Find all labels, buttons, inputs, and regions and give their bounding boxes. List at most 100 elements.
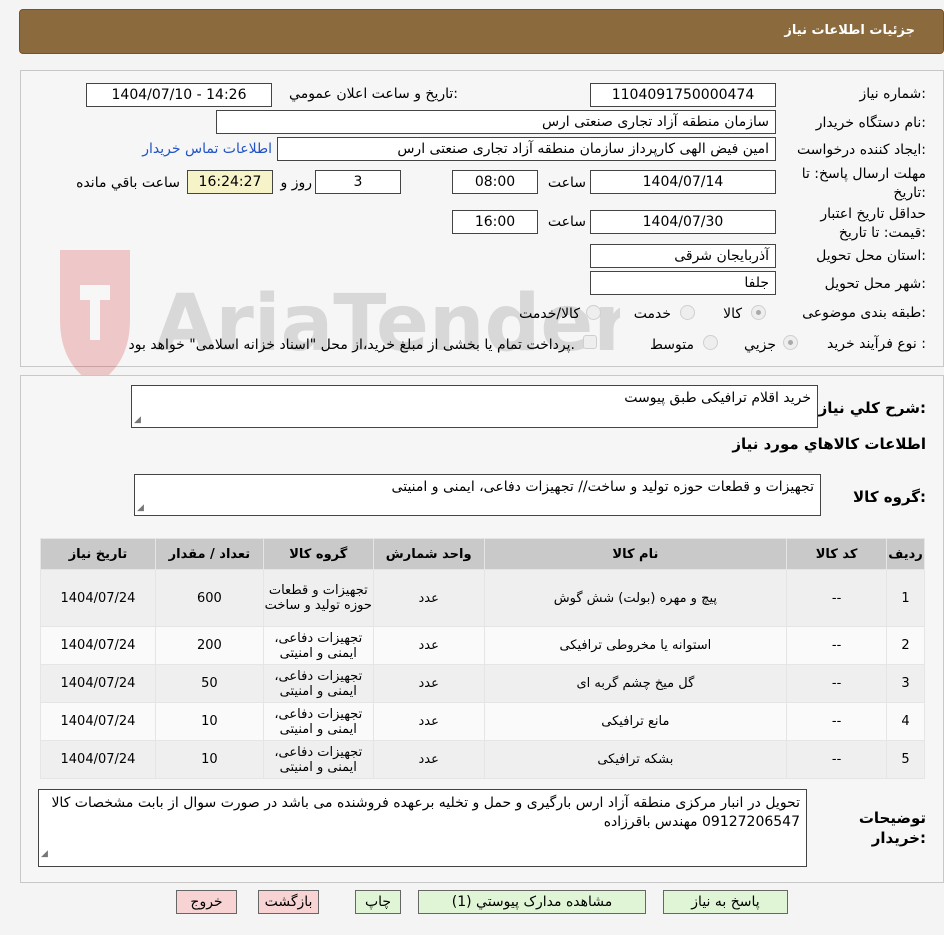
process-medium-radio[interactable] (703, 335, 718, 350)
cell-date: 1404/07/24 (40, 740, 156, 779)
days-field: 3 (315, 170, 401, 194)
reply-button[interactable]: پاسخ به نياز (663, 890, 788, 914)
goods-info-title: اطلاعات كالاهاي مورد نياز (732, 435, 926, 453)
category-goods-label: کالا (723, 306, 742, 322)
cell-qty: 600 (154, 569, 264, 627)
cell-code: -- (786, 702, 888, 741)
exit-button[interactable]: خروج (176, 890, 237, 914)
category-service-radio[interactable] (680, 305, 695, 320)
cell-code: -- (786, 569, 888, 627)
cell-name: بشکه ترافیکی (483, 740, 788, 779)
process-minor-radio[interactable] (783, 335, 798, 350)
goods-group-label: گروه کالا: (853, 488, 926, 506)
cell-name: پیچ و مهره (بولت) شش گوش (483, 569, 788, 627)
table-row: 3 -- گل میخ چشم گربه ای عدد تجهیزات دفاع… (40, 664, 925, 703)
cell-group: تجهیزات و قطعات حوزه تولید و ساخت (262, 569, 374, 627)
category-goods-service-label: کالا/خدمت (519, 306, 580, 322)
need-number-label: شماره نیاز: (859, 86, 926, 102)
buyer-org-label: نام دستگاه خريدار: (815, 115, 926, 131)
col-qty: تعداد / مقدار (154, 538, 264, 570)
watermark-text: AriaTender.neT (155, 279, 620, 369)
cell-code: -- (786, 626, 888, 665)
requester-label: ايجاد كننده درخواست: (797, 142, 926, 158)
view-attachments-button[interactable]: مشاهده مدارک پيوستي (1) (418, 890, 646, 914)
buyer-org-field: سازمان منطقه آزاد تجاری صنعتی ارس (216, 110, 776, 134)
page-header: جزئیات اطلاعات نیاز (19, 9, 944, 54)
cell-name: استوانه یا مخروطی ترافیکی (483, 626, 788, 665)
cell-name: گل میخ چشم گربه ای (483, 664, 788, 703)
resize-handle-icon[interactable]: ◢ (134, 415, 141, 425)
cell-row: 1 (886, 569, 925, 627)
remaining-time-field: 16:24:27 (187, 170, 273, 194)
cell-date: 1404/07/24 (40, 626, 156, 665)
resize-handle-icon[interactable]: ◢ (137, 503, 144, 513)
buyer-notes-label: توضيحات خريدار: (858, 809, 926, 847)
category-service-label: خدمت (633, 306, 671, 322)
col-date: تاریخ نیاز (40, 538, 156, 570)
table-row: 2 -- استوانه یا مخروطی ترافیکی عدد تجهیز… (40, 626, 925, 665)
cell-qty: 50 (154, 664, 264, 703)
summary-field: خريد اقلام ترافيکی طبق پيوست ◢ (131, 385, 818, 428)
table-row: 1 -- پیچ و مهره (بولت) شش گوش عدد تجهیزا… (40, 569, 925, 627)
process-minor-label: جزيي (744, 337, 776, 353)
deadline-label: مهلت ارسال پاسخ: تا تاريخ: (801, 166, 926, 201)
table-header-row: رديف کد کالا نام کالا واحد شمارش گروه کا… (40, 538, 925, 570)
deadline-date-field: 1404/07/14 (590, 170, 776, 194)
process-label: نوع فرآيند خريد : (827, 336, 926, 352)
announce-field: 1404/07/10 - 14:26 (86, 83, 272, 107)
col-name: نام کالا (483, 538, 788, 570)
summary-text: خريد اقلام ترافيکی طبق پيوست (624, 390, 811, 406)
print-button[interactable]: چاپ (355, 890, 401, 914)
validity-time-label: ساعت (547, 214, 586, 230)
cell-date: 1404/07/24 (40, 702, 156, 741)
col-unit: واحد شمارش (372, 538, 485, 570)
page-title: جزئیات اطلاعات نیاز (784, 23, 915, 38)
validity-time-field: 16:00 (452, 210, 538, 234)
table-row: 5 -- بشکه ترافیکی عدد تجهیزات دفاعی، ایم… (40, 740, 925, 779)
cell-date: 1404/07/24 (40, 664, 156, 703)
validity-label: حداقل تاريخ اعتبار قيمت: تا تاريخ: (820, 206, 926, 241)
province-field: آذربایجان شرقی (590, 244, 776, 268)
cell-name: مانع ترافیکی (483, 702, 788, 741)
table-row: 4 -- مانع ترافیکی عدد تجهیزات دفاعی، ایم… (40, 702, 925, 741)
cell-qty: 10 (154, 702, 264, 741)
province-label: استان محل تحويل: (816, 248, 926, 264)
col-group: گروه کالا (262, 538, 374, 570)
process-medium-label: متوسط (650, 337, 694, 353)
announce-label: تاریخ و ساعت اعلان عمومي: (289, 86, 458, 102)
cell-group: تجهیزات دفاعی، ایمنی و امنیتی (262, 664, 374, 703)
cell-group: تجهیزات دفاعی، ایمنی و امنیتی (262, 740, 374, 779)
summary-label: شرح كلي نياز: (818, 399, 926, 417)
buyer-contact-link[interactable]: اطلاعات تماس خريدار (142, 141, 272, 157)
buyer-notes-text: تحویل در انبار مرکزی منطقه آزاد ارس بارگ… (51, 795, 800, 830)
treasury-payment-note: پرداخت تمام يا بخشی از مبلغ خريد،از محل … (128, 337, 575, 353)
treasury-payment-checkbox[interactable] (583, 335, 597, 349)
col-code: کد کالا (786, 538, 888, 570)
deadline-time-label: ساعت (547, 175, 586, 191)
days-label: روز و (280, 175, 313, 191)
cell-unit: عدد (372, 626, 485, 665)
cell-row: 3 (886, 664, 925, 703)
cell-unit: عدد (372, 702, 485, 741)
cell-qty: 200 (154, 626, 264, 665)
validity-date-field: 1404/07/30 (590, 210, 776, 234)
cell-unit: عدد (372, 664, 485, 703)
city-label: شهر محل تحويل: (824, 276, 926, 292)
goods-group-field: تجهیزات و قطعات حوزه تولید و ساخت// تجهی… (134, 474, 821, 516)
cell-qty: 10 (154, 740, 264, 779)
cell-date: 1404/07/24 (40, 569, 156, 627)
category-label: طبقه بندی موضوعی: (802, 305, 926, 321)
goods-table: رديف کد کالا نام کالا واحد شمارش گروه کا… (40, 538, 925, 779)
resize-handle-icon[interactable]: ◢ (41, 845, 48, 864)
goods-group-text: تجهیزات و قطعات حوزه تولید و ساخت// تجهی… (391, 479, 814, 495)
cell-row: 4 (886, 702, 925, 741)
back-button[interactable]: بازگشت (258, 890, 319, 914)
cell-unit: عدد (372, 569, 485, 627)
category-goods-service-radio[interactable] (586, 305, 601, 320)
cell-group: تجهیزات دفاعی، ایمنی و امنیتی (262, 702, 374, 741)
category-goods-radio[interactable] (751, 305, 766, 320)
requester-field: امین فیض الهی کارپرداز سازمان منطقه آزاد… (277, 137, 776, 161)
cell-row: 2 (886, 626, 925, 665)
cell-code: -- (786, 740, 888, 779)
deadline-time-field: 08:00 (452, 170, 538, 194)
